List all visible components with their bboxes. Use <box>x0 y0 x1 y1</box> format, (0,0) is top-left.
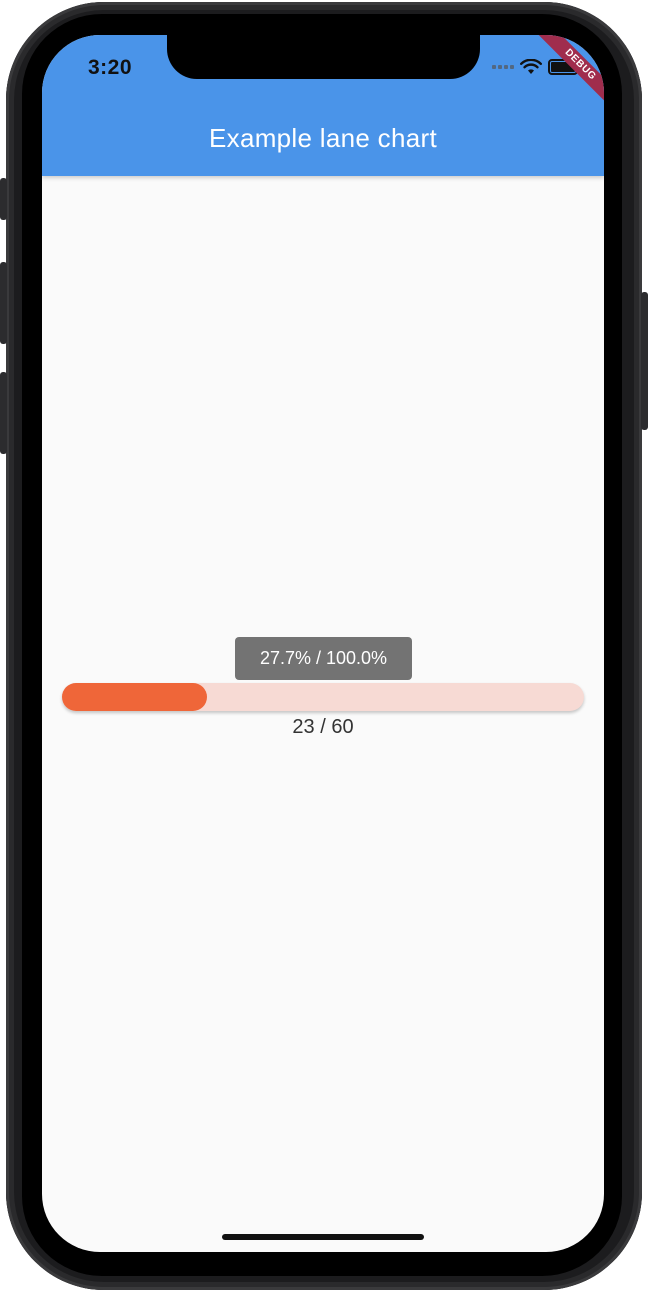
home-indicator[interactable] <box>222 1234 424 1240</box>
app-screen: 3:20 Example lane chart DEBUG 27.7% / 10… <box>42 35 604 1252</box>
mute-switch <box>0 178 7 220</box>
volume-up-button <box>0 262 7 344</box>
wifi-icon <box>520 59 542 74</box>
device-notch <box>167 35 480 79</box>
volume-down-button <box>0 372 7 454</box>
power-button <box>641 292 648 430</box>
app-bar-title: Example lane chart <box>209 123 437 153</box>
status-time: 3:20 <box>88 56 133 79</box>
lane-percent-tooltip: 27.7% / 100.0% <box>235 637 412 680</box>
lane-count-label: 23 / 60 <box>292 716 354 738</box>
signal-icon <box>492 65 514 69</box>
lane-progress-fill <box>62 683 207 711</box>
lane-track[interactable] <box>62 683 584 711</box>
